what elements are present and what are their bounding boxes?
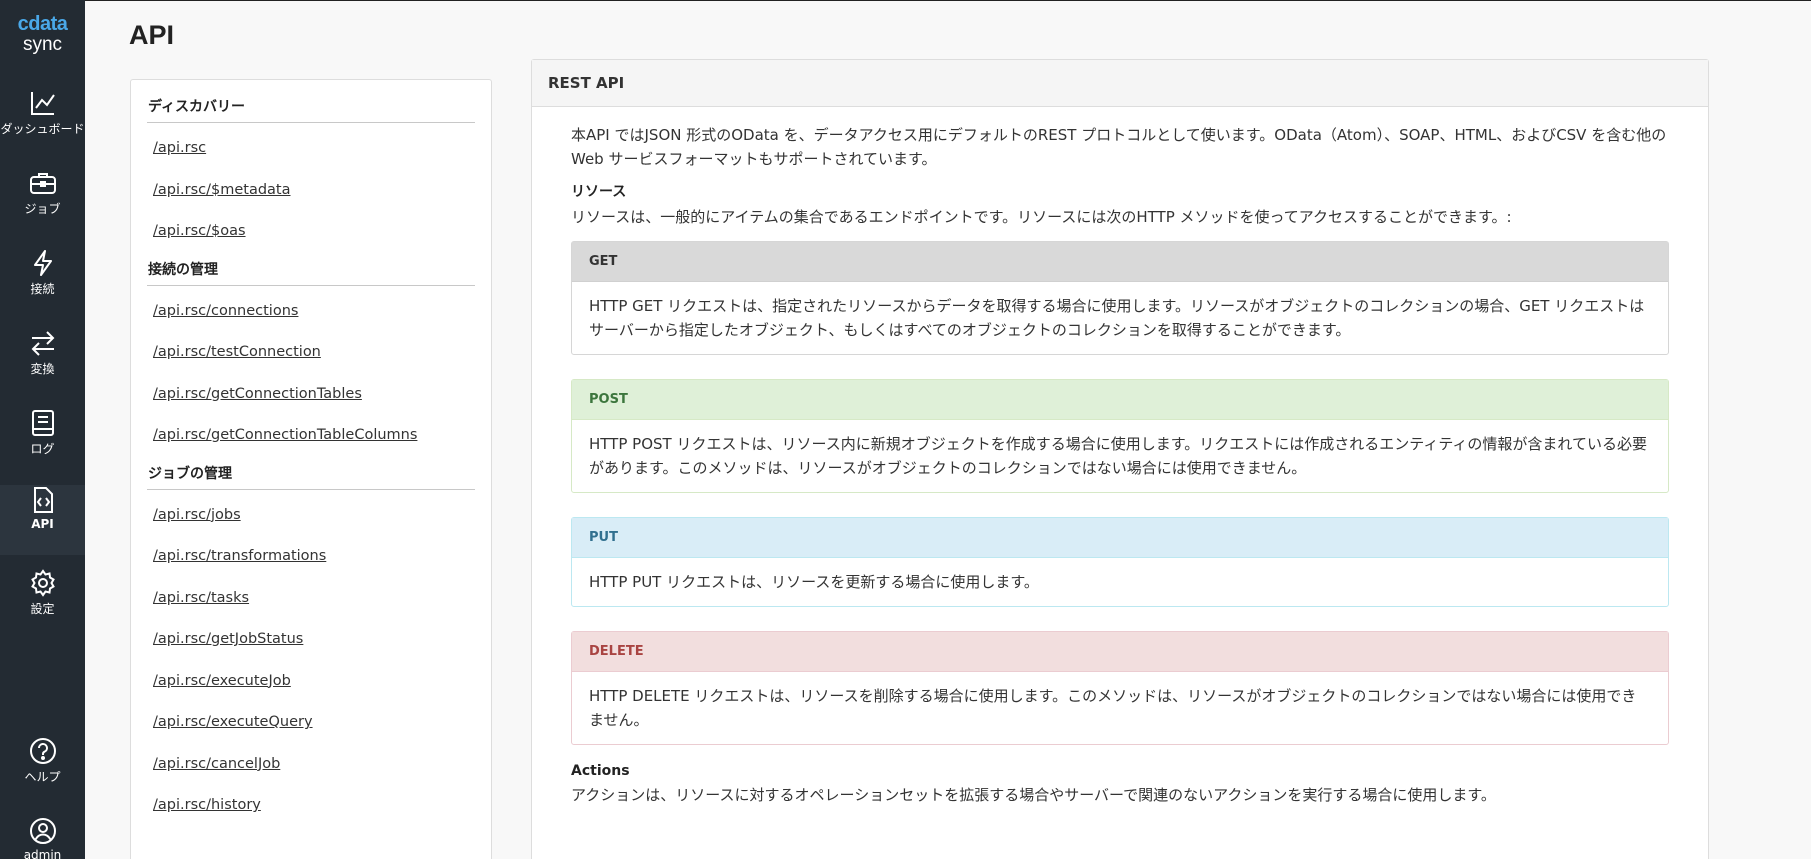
method-name: POST bbox=[572, 380, 1668, 420]
toc-section-jobs: ジョブの管理 /api.rsc/jobs /api.rsc/transforma… bbox=[147, 461, 475, 827]
nav-logs-label: ログ bbox=[30, 442, 55, 456]
nav-help-label: ヘルプ bbox=[24, 770, 61, 784]
nav-transform-label: 変換 bbox=[30, 362, 55, 376]
api-link[interactable]: /api.rsc/jobs bbox=[153, 495, 475, 537]
user-circle-icon bbox=[29, 818, 56, 844]
api-link[interactable]: /api.rsc/getConnectionTables bbox=[153, 374, 475, 416]
nav-help[interactable]: ヘルプ bbox=[0, 736, 85, 806]
panel-title: REST API bbox=[532, 60, 1708, 107]
actions-text: アクションは、リソースに対するオペレーションセットを拡張する場合やサーバーで関連… bbox=[571, 786, 1496, 804]
logo-cdata: cdata bbox=[17, 13, 68, 35]
nav-admin[interactable]: admin bbox=[0, 816, 85, 859]
api-endpoint-list: ディスカバリー /api.rsc /api.rsc/$metadata /api… bbox=[130, 79, 492, 859]
toc-section-connections: 接続の管理 /api.rsc/connections /api.rsc/test… bbox=[147, 257, 475, 457]
method-box-delete: DELETE HTTP DELETE リクエストは、リソースを削除する場合に使用… bbox=[571, 631, 1669, 745]
nav-admin-label: admin bbox=[23, 848, 62, 859]
nav-dashboard-label: ダッシュボード bbox=[0, 122, 85, 136]
method-box-put: PUT HTTP PUT リクエストは、リソースを更新する場合に使用します。 bbox=[571, 517, 1669, 607]
intro-text: 本API ではJSON 形式のOData を、データアクセス用にデフォルトのRE… bbox=[571, 126, 1667, 168]
nav-transform[interactable]: 変換 bbox=[0, 328, 85, 398]
arrows-exchange-icon bbox=[31, 331, 54, 356]
help-circle-icon bbox=[29, 738, 56, 764]
nav-dashboard[interactable]: ダッシュボード bbox=[0, 88, 85, 158]
api-link[interactable]: /api.rsc/history bbox=[153, 785, 475, 827]
nav-jobs[interactable]: ジョブ bbox=[0, 168, 85, 238]
rest-api-panel: REST API 本API ではJSON 形式のOData を、データアクセス用… bbox=[531, 59, 1709, 859]
method-name: DELETE bbox=[572, 632, 1668, 672]
api-link[interactable]: /api.rsc bbox=[153, 128, 475, 170]
lightning-icon bbox=[33, 250, 52, 276]
toc-heading: ジョブの管理 bbox=[147, 461, 475, 490]
nav-connections-label: 接続 bbox=[30, 282, 55, 296]
nav-api[interactable]: API bbox=[0, 485, 85, 555]
nav-connections[interactable]: 接続 bbox=[0, 248, 85, 318]
nav-logs[interactable]: ログ bbox=[0, 408, 85, 478]
api-link[interactable]: /api.rsc/getJobStatus bbox=[153, 619, 475, 661]
resources-heading: リソース bbox=[571, 184, 627, 200]
actions-heading: Actions bbox=[571, 763, 630, 779]
method-box-post: POST HTTP POST リクエストは、リソース内に新規オブジェクトを作成す… bbox=[571, 379, 1669, 493]
method-name: GET bbox=[572, 242, 1668, 282]
api-link[interactable]: /api.rsc/connections bbox=[153, 291, 475, 333]
logo-sync: sync bbox=[22, 34, 63, 55]
api-link[interactable]: /api.rsc/cancelJob bbox=[153, 744, 475, 786]
nav-api-label: API bbox=[31, 517, 54, 531]
api-link[interactable]: /api.rsc/$oas bbox=[153, 211, 475, 253]
method-description: HTTP POST リクエストは、リソース内に新規オブジェクトを作成する場合に使… bbox=[589, 435, 1647, 477]
api-link[interactable]: /api.rsc/transformations bbox=[153, 536, 475, 578]
api-link[interactable]: /api.rsc/testConnection bbox=[153, 332, 475, 374]
api-link[interactable]: /api.rsc/executeQuery bbox=[153, 702, 475, 744]
nav-settings[interactable]: 設定 bbox=[0, 568, 85, 638]
gear-icon bbox=[30, 569, 55, 597]
nav-jobs-label: ジョブ bbox=[24, 202, 61, 216]
app-sidebar: cdata sync ダッシュボード ジョブ 接続 変換 ログ API 設定 ヘ… bbox=[0, 0, 85, 859]
nav-settings-label: 設定 bbox=[30, 602, 55, 616]
api-link[interactable]: /api.rsc/getConnectionTableColumns bbox=[153, 415, 475, 457]
briefcase-icon bbox=[29, 173, 56, 194]
toc-heading: 接続の管理 bbox=[147, 257, 475, 286]
method-name: PUT bbox=[572, 518, 1668, 558]
code-file-icon bbox=[33, 487, 53, 513]
chart-line-icon bbox=[30, 92, 55, 115]
api-link[interactable]: /api.rsc/tasks bbox=[153, 578, 475, 620]
method-box-get: GET HTTP GET リクエストは、指定されたリソースからデータを取得する場… bbox=[571, 241, 1669, 355]
top-border bbox=[85, 0, 1811, 1]
toc-heading: ディスカバリー bbox=[147, 94, 475, 123]
method-description: HTTP PUT リクエストは、リソースを更新する場合に使用します。 bbox=[589, 573, 1039, 591]
api-link[interactable]: /api.rsc/executeJob bbox=[153, 661, 475, 703]
method-description: HTTP GET リクエストは、指定されたリソースからデータを取得する場合に使用… bbox=[589, 297, 1645, 339]
resources-text: リソースは、一般的にアイテムの集合であるエンドポイントです。リソースには次のHT… bbox=[571, 208, 1512, 226]
toc-section-discovery: ディスカバリー /api.rsc /api.rsc/$metadata /api… bbox=[147, 94, 475, 253]
app-logo[interactable]: cdata sync bbox=[0, 14, 85, 56]
page-title: API bbox=[129, 20, 175, 50]
method-description: HTTP DELETE リクエストは、リソースを削除する場合に使用します。このメ… bbox=[589, 687, 1637, 729]
api-link[interactable]: /api.rsc/$metadata bbox=[153, 170, 475, 212]
book-icon bbox=[31, 410, 54, 436]
